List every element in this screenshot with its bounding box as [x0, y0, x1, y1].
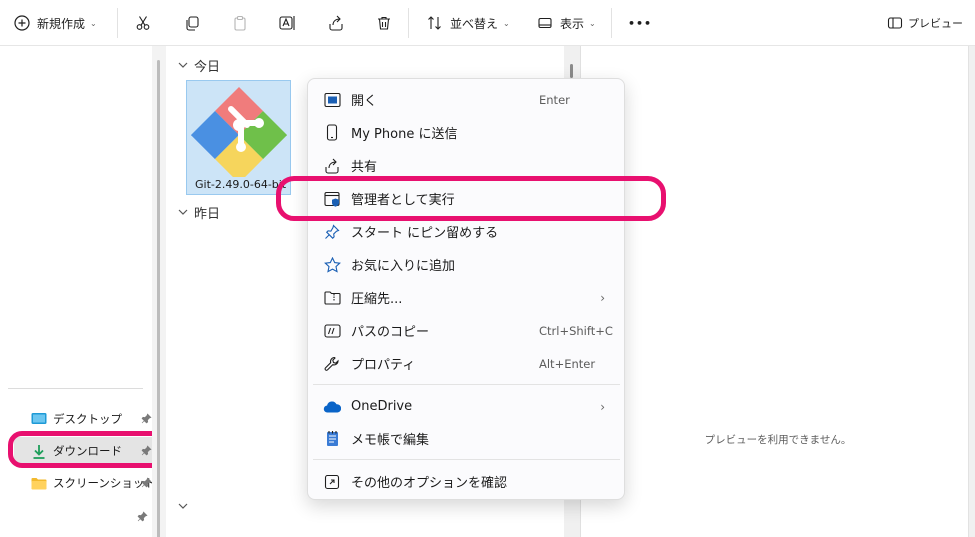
preview-pane: プレビューを利用できません。	[581, 46, 975, 537]
chevron-down-icon: ⌄	[503, 18, 510, 28]
menu-separator	[313, 459, 620, 460]
menu-item-properties[interactable]: プロパティ Alt+Enter	[313, 348, 620, 379]
menu-item-send-to-phone[interactable]: My Phone に送信	[313, 117, 620, 148]
more-options-button[interactable]: •••	[628, 11, 652, 35]
context-menu: 開く Enter My Phone に送信 共有 管理者として実行 スタート に…	[307, 78, 625, 500]
share-button[interactable]	[328, 11, 344, 35]
new-label: 新規作成	[37, 16, 86, 31]
pin-icon	[322, 222, 342, 242]
share-icon	[322, 156, 342, 176]
menu-item-label: パスのコピー	[351, 325, 430, 340]
paste-button[interactable]	[232, 11, 248, 35]
phone-icon	[322, 123, 342, 143]
notepad-icon	[322, 429, 342, 449]
cut-button[interactable]	[135, 11, 151, 35]
preview-pane-button[interactable]: プレビュー	[887, 11, 963, 35]
menu-item-label: 圧縮先...	[351, 292, 403, 307]
sort-icon	[428, 16, 441, 30]
open-icon	[322, 90, 342, 110]
highlight-annotation-downloads	[8, 431, 172, 468]
preview-scrollbar[interactable]	[968, 46, 975, 537]
shortcut-label: Ctrl+Shift+C	[539, 323, 613, 338]
toolbar-divider	[117, 8, 118, 38]
menu-item-label: OneDrive	[351, 399, 413, 414]
sidebar-item-label: デスクトップ	[53, 412, 122, 426]
group-header-collapsed[interactable]	[178, 499, 194, 514]
chevron-down-icon	[178, 499, 188, 514]
copy-path-icon	[322, 321, 342, 341]
chevron-right-icon: ›	[600, 290, 605, 305]
view-icon	[538, 17, 552, 29]
nav-scrollbar-thumb[interactable]	[157, 60, 160, 537]
group-label: 昨日	[194, 207, 221, 222]
pin-icon	[141, 477, 152, 491]
preview-label: プレビュー	[908, 17, 963, 30]
menu-item-show-more-options[interactable]: その他のオプションを確認	[313, 466, 620, 497]
toolbar-divider	[408, 8, 409, 38]
menu-item-edit-in-notepad[interactable]: メモ帳で編集	[313, 423, 620, 454]
sidebar-item-desktop[interactable]: デスクトップ	[14, 405, 156, 433]
new-button[interactable]: 新規作成 ⌄	[14, 11, 97, 35]
view-button[interactable]: 表示 ⌄	[537, 11, 596, 35]
pin-icon	[141, 413, 152, 427]
toolbar-divider	[611, 8, 612, 38]
onedrive-cloud-icon	[322, 397, 342, 417]
shortcut-label: Alt+Enter	[539, 356, 596, 371]
rename-icon	[279, 16, 295, 30]
preview-message: プレビューを利用できません。	[704, 434, 852, 446]
menu-item-label: お気に入りに追加	[351, 259, 456, 274]
menu-separator	[313, 384, 620, 385]
more-options-icon	[322, 472, 342, 492]
content-scrollbar-thumb[interactable]	[570, 64, 573, 78]
chevron-down-icon: ⌄	[90, 18, 97, 28]
git-logo-icon	[191, 87, 287, 177]
group-label: 今日	[194, 60, 221, 75]
folder-icon	[31, 475, 47, 491]
group-header-yesterday[interactable]: 昨日	[178, 203, 220, 222]
sort-label: 並べ替え	[450, 16, 499, 31]
file-item-git-installer[interactable]: Git-2.49.0-64-bit	[186, 80, 291, 195]
menu-item-compress-to[interactable]: 圧縮先... ›	[313, 282, 620, 313]
view-label: 表示	[560, 16, 585, 31]
menu-item-label: その他のオプションを確認	[351, 476, 508, 491]
chevron-down-icon: ⌄	[589, 18, 596, 28]
menu-item-label: 共有	[351, 160, 378, 175]
pin-icon	[137, 511, 148, 525]
trash-icon	[378, 16, 390, 30]
nav-scrollbar[interactable]	[152, 46, 166, 537]
copy-icon	[186, 16, 199, 31]
nav-divider	[8, 388, 143, 389]
menu-item-onedrive[interactable]: OneDrive ›	[313, 391, 620, 422]
desktop-icon	[31, 411, 47, 427]
copy-button[interactable]	[184, 11, 200, 35]
menu-item-label: メモ帳で編集	[351, 433, 430, 448]
rename-button[interactable]	[279, 11, 296, 35]
preview-pane-icon	[887, 17, 903, 29]
shortcut-label: Enter	[539, 92, 570, 107]
command-bar: 新規作成 ⌄ 並べ替え ⌄ 表示 ⌄ ••• プレビュー	[0, 0, 975, 46]
menu-item-add-favorite[interactable]: お気に入りに追加	[313, 249, 620, 280]
menu-item-open[interactable]: 開く Enter	[313, 84, 620, 115]
more-icon: •••	[628, 16, 653, 30]
zip-folder-icon	[322, 288, 342, 308]
chevron-right-icon: ›	[600, 399, 605, 414]
menu-item-label: My Phone に送信	[351, 127, 458, 142]
plus-circle-icon	[14, 15, 30, 31]
chevron-down-icon	[178, 205, 188, 220]
star-icon	[322, 255, 342, 275]
highlight-annotation-run-as-admin	[276, 176, 666, 221]
share-icon	[329, 15, 343, 31]
menu-item-label: プロパティ	[351, 358, 416, 373]
paste-icon	[234, 15, 246, 31]
delete-button[interactable]	[376, 11, 392, 35]
group-header-today[interactable]: 今日	[178, 56, 220, 75]
sort-button[interactable]: 並べ替え ⌄	[427, 11, 510, 35]
menu-item-label: 開く	[351, 94, 378, 109]
chevron-down-icon	[178, 58, 188, 73]
menu-item-label: スタート にピン留めする	[351, 226, 499, 241]
sidebar-item-screenshots[interactable]: スクリーンショット	[14, 469, 156, 497]
scissors-icon	[136, 16, 150, 30]
wrench-icon	[322, 354, 342, 374]
menu-item-copy-path[interactable]: パスのコピー Ctrl+Shift+C	[313, 315, 620, 346]
